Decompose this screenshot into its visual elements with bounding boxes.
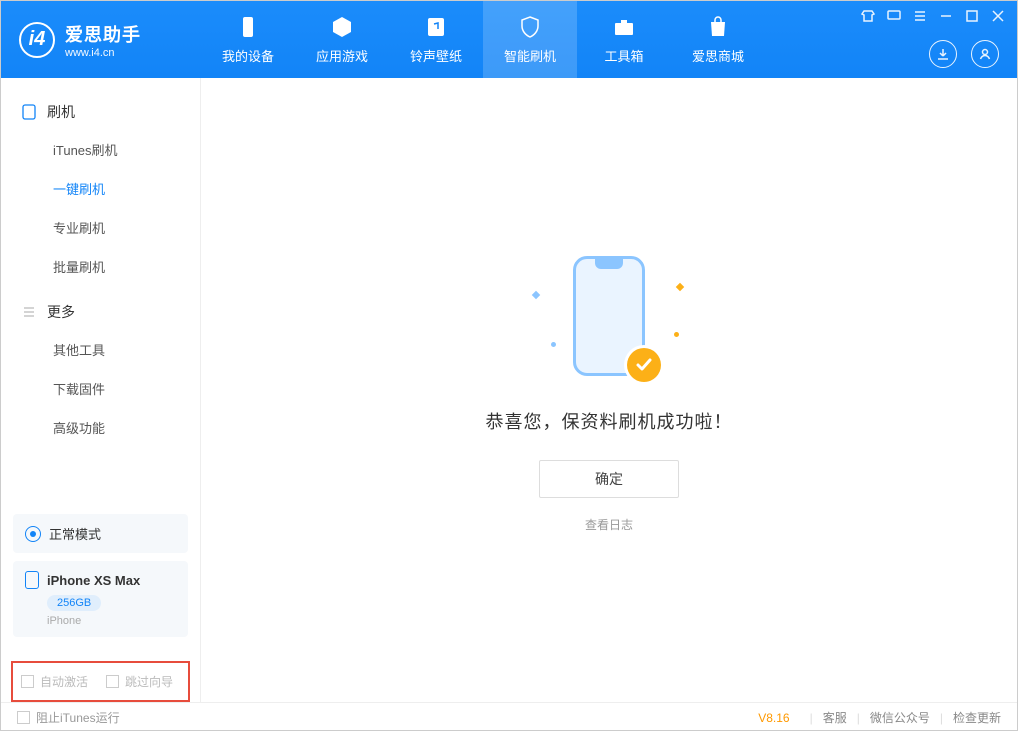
menu-icon[interactable]: [913, 9, 927, 23]
feedback-icon[interactable]: [887, 9, 901, 23]
ok-button[interactable]: 确定: [539, 460, 679, 498]
minimize-icon[interactable]: [939, 9, 953, 23]
checkbox-auto-activate[interactable]: 自动激活: [21, 673, 88, 690]
checkbox-icon: [21, 675, 34, 688]
app-title: 爱思助手: [65, 21, 141, 47]
tab-smart-flash[interactable]: 智能刷机: [483, 1, 577, 78]
sidebar-item-advanced[interactable]: 高级功能: [1, 408, 200, 447]
dot-icon: [674, 332, 679, 337]
cube-icon: [329, 14, 355, 40]
skin-icon[interactable]: [861, 9, 875, 23]
sidebar-item-batch-flash[interactable]: 批量刷机: [1, 247, 200, 286]
maximize-icon[interactable]: [965, 9, 979, 23]
app-header: i4 爱思助手 www.i4.cn 我的设备 应用游戏 铃声壁纸 智能刷机 工具…: [1, 1, 1017, 78]
tab-label: 爱思商城: [692, 46, 744, 65]
main-content: 恭喜您，保资料刷机成功啦！ 确定 查看日志: [201, 78, 1017, 702]
success-message: 恭喜您，保资料刷机成功啦！: [486, 408, 733, 434]
app-subtitle: www.i4.cn: [65, 47, 141, 59]
device-name: iPhone XS Max: [47, 573, 140, 588]
logo-text: 爱思助手 www.i4.cn: [65, 21, 141, 59]
nav-tabs: 我的设备 应用游戏 铃声壁纸 智能刷机 工具箱 爱思商城: [201, 1, 765, 78]
sparkle-icon: [676, 282, 684, 290]
sidebar-item-other-tools[interactable]: 其他工具: [1, 330, 200, 369]
check-badge-icon: [627, 348, 661, 382]
mode-label: 正常模式: [49, 524, 101, 543]
checkbox-label: 自动激活: [40, 673, 88, 690]
device-type: iPhone: [47, 615, 176, 627]
version-label: V8.16: [758, 711, 789, 725]
sidebar-item-download-firmware[interactable]: 下载固件: [1, 369, 200, 408]
footer-link-update[interactable]: 检查更新: [953, 709, 1001, 726]
list-icon: [21, 304, 37, 320]
window-controls: [861, 9, 1005, 23]
sidebar-item-oneclick-flash[interactable]: 一键刷机: [1, 169, 200, 208]
music-note-icon: [423, 14, 449, 40]
header-action-circles: [929, 40, 999, 68]
mode-indicator-icon: [25, 526, 41, 542]
sidebar-item-pro-flash[interactable]: 专业刷机: [1, 208, 200, 247]
device-icon: [235, 14, 261, 40]
shield-refresh-icon: [517, 14, 543, 40]
tab-my-device[interactable]: 我的设备: [201, 1, 295, 78]
app-body: 刷机 iTunes刷机 一键刷机 专业刷机 批量刷机 更多 其他工具 下载固件 …: [1, 78, 1017, 702]
view-log-link[interactable]: 查看日志: [585, 516, 633, 533]
group-title: 更多: [47, 302, 75, 322]
sidebar-nav: 刷机 iTunes刷机 一键刷机 专业刷机 批量刷机 更多 其他工具 下载固件 …: [1, 78, 200, 514]
tab-store[interactable]: 爱思商城: [671, 1, 765, 78]
success-illustration: [529, 248, 689, 388]
checkbox-block-itunes[interactable]: 阻止iTunes运行: [17, 709, 120, 726]
device-cards: 正常模式 iPhone XS Max 256GB iPhone: [1, 514, 200, 657]
sidebar: 刷机 iTunes刷机 一键刷机 专业刷机 批量刷机 更多 其他工具 下载固件 …: [1, 78, 201, 702]
tab-label: 铃声壁纸: [410, 46, 462, 65]
checkbox-label: 阻止iTunes运行: [36, 709, 120, 726]
checkbox-skip-guide[interactable]: 跳过向导: [106, 673, 173, 690]
tab-label: 智能刷机: [504, 46, 556, 65]
app-footer: 阻止iTunes运行 V8.16 | 客服 | 微信公众号 | 检查更新: [1, 702, 1017, 732]
device-card[interactable]: iPhone XS Max 256GB iPhone: [13, 561, 188, 637]
phone-outline-icon: [21, 104, 37, 120]
download-icon[interactable]: [929, 40, 957, 68]
logo-area: i4 爱思助手 www.i4.cn: [1, 21, 201, 59]
footer-link-wechat[interactable]: 微信公众号: [870, 709, 930, 726]
sparkle-icon: [532, 290, 540, 298]
group-title: 刷机: [47, 102, 75, 122]
sidebar-group-flash: 刷机: [1, 94, 200, 130]
close-icon[interactable]: [991, 9, 1005, 23]
tab-label: 应用游戏: [316, 46, 368, 65]
checkbox-label: 跳过向导: [125, 673, 173, 690]
tab-label: 我的设备: [222, 46, 274, 65]
sidebar-group-more: 更多: [1, 294, 200, 330]
user-icon[interactable]: [971, 40, 999, 68]
checkbox-icon: [106, 675, 119, 688]
tab-label: 工具箱: [604, 46, 643, 65]
phone-icon: [25, 571, 39, 589]
checkbox-icon: [17, 711, 30, 724]
sidebar-item-itunes-flash[interactable]: iTunes刷机: [1, 130, 200, 169]
tab-ringtone-wallpaper[interactable]: 铃声壁纸: [389, 1, 483, 78]
dot-icon: [551, 342, 556, 347]
mode-card[interactable]: 正常模式: [13, 514, 188, 553]
capacity-badge: 256GB: [47, 595, 101, 611]
app-logo-icon: i4: [19, 22, 55, 58]
toolbox-icon: [611, 14, 637, 40]
highlighted-options-box: 自动激活 跳过向导: [11, 661, 190, 702]
tab-toolbox[interactable]: 工具箱: [577, 1, 671, 78]
shopping-bag-icon: [705, 14, 731, 40]
tab-apps-games[interactable]: 应用游戏: [295, 1, 389, 78]
footer-link-service[interactable]: 客服: [823, 709, 847, 726]
